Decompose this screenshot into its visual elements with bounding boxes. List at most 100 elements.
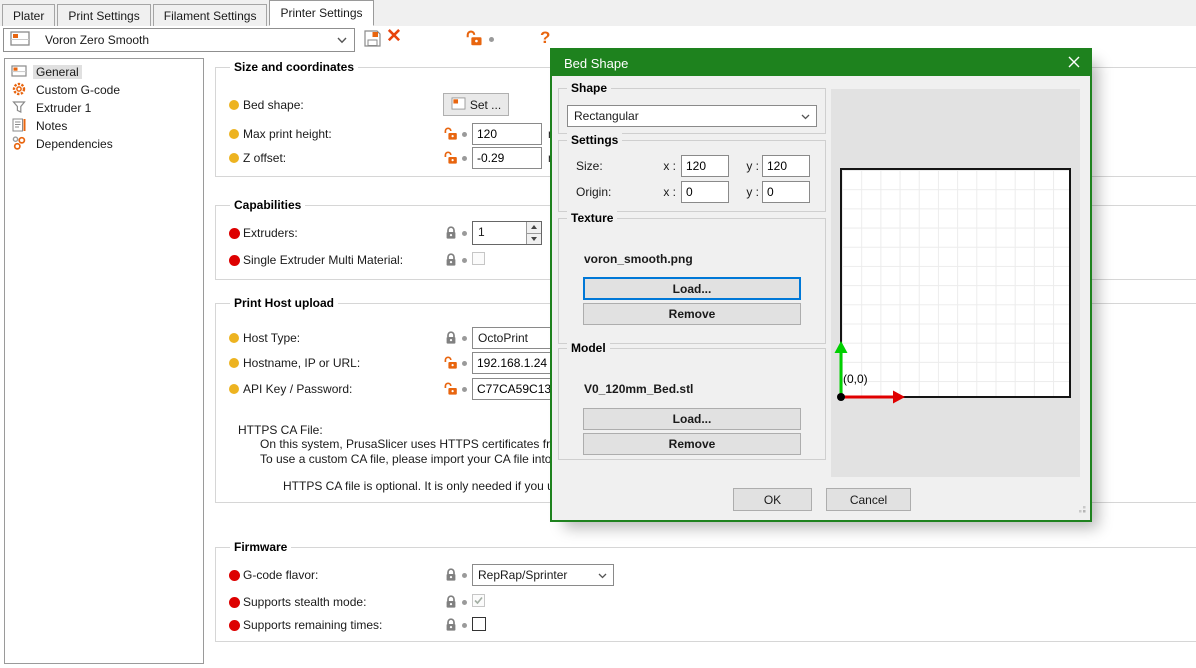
model-remove-label: Remove (669, 437, 716, 451)
model-remove-button[interactable]: Remove (583, 433, 801, 455)
size-y-input[interactable] (762, 155, 810, 177)
extruders-value: 1 (473, 222, 526, 244)
printer-icon (11, 63, 27, 82)
resize-grip[interactable] (1075, 502, 1087, 517)
shape-group: Shape Rectangular (558, 88, 826, 134)
locked-icon[interactable] (444, 331, 458, 348)
printer-preset-combobox[interactable]: Voron Zero Smooth (3, 28, 355, 52)
unlocked-icon[interactable] (444, 356, 458, 373)
texture-group: Texture voron_smooth.png Load... Remove (558, 218, 826, 344)
dialog-titlebar[interactable]: Bed Shape (552, 50, 1090, 76)
settings-group-title: Settings (567, 133, 622, 147)
bed-shape-label: Bed shape: (243, 98, 304, 112)
option-flag-dot (229, 597, 240, 608)
host-type-value: OctoPrint (478, 331, 528, 345)
modified-dot (462, 336, 467, 341)
option-flag-dot (229, 384, 239, 394)
texture-group-title: Texture (567, 211, 617, 225)
semm-label: Single Extruder Multi Material: (243, 253, 403, 267)
ok-button-label: OK (764, 493, 781, 507)
shape-select[interactable]: Rectangular (567, 105, 817, 127)
origin-x-input[interactable] (681, 181, 729, 203)
tab-print-settings[interactable]: Print Settings (57, 4, 150, 26)
texture-filename: voron_smooth.png (584, 252, 693, 266)
max-print-height-input[interactable] (472, 123, 542, 145)
locked-icon[interactable] (444, 595, 458, 612)
sidebar-item-general[interactable]: General (5, 63, 203, 81)
unlocked-icon[interactable] (466, 30, 483, 50)
save-preset-icon[interactable] (363, 29, 382, 51)
stepper-down-icon[interactable] (527, 234, 541, 245)
locked-icon[interactable] (444, 226, 458, 243)
size-x-input[interactable] (681, 155, 729, 177)
model-group-title: Model (567, 341, 610, 355)
unlocked-icon[interactable] (444, 382, 458, 399)
shape-group-title: Shape (567, 81, 611, 95)
modified-dot (462, 600, 467, 605)
option-flag-dot (229, 228, 240, 239)
max-print-height-label: Max print height: (243, 127, 332, 141)
row-supports-remaining-times: Supports remaining times: (0, 613, 760, 637)
texture-load-label: Load... (673, 282, 712, 296)
option-flag-dot (229, 358, 239, 368)
modified-dot (462, 623, 467, 628)
stepper-up-icon[interactable] (527, 222, 541, 234)
origin-x-label: x : (654, 185, 676, 199)
gcode-flavor-value: RepRap/Sprinter (478, 568, 567, 582)
size-x-label: x : (654, 159, 676, 173)
z-offset-input[interactable] (472, 147, 542, 169)
axes-icon (831, 89, 1080, 477)
bed-shape-set-button[interactable]: Set ... (443, 93, 509, 116)
ca-file-heading: HTTPS CA File: (238, 423, 323, 437)
origin-y-input[interactable] (762, 181, 810, 203)
texture-load-button[interactable]: Load... (583, 277, 801, 300)
unlocked-icon[interactable] (444, 151, 458, 168)
origin-label: Origin: (576, 185, 611, 199)
tab-plater[interactable]: Plater (2, 4, 55, 26)
row-gcode-flavor: G-code flavor: RepRap/Sprinter (0, 563, 760, 587)
printer-icon (9, 30, 31, 51)
modified-dot (462, 258, 467, 263)
option-flag-dot (229, 333, 239, 343)
option-flag-dot (229, 620, 240, 631)
stealth-mode-label: Supports stealth mode: (243, 595, 366, 609)
texture-remove-label: Remove (669, 307, 716, 321)
size-y-label: y : (737, 159, 759, 173)
help-icon[interactable]: ? (540, 29, 550, 47)
modified-dot (462, 361, 467, 366)
chevron-down-icon (801, 109, 810, 123)
stealth-mode-checkbox (472, 594, 485, 607)
api-key-label: API Key / Password: (243, 382, 352, 396)
locked-icon[interactable] (444, 253, 458, 270)
remaining-times-label: Supports remaining times: (243, 618, 382, 632)
cancel-button[interactable]: Cancel (826, 488, 911, 511)
extruders-label: Extruders: (243, 226, 298, 240)
stepper-buttons[interactable] (526, 222, 541, 244)
model-load-button[interactable]: Load... (583, 408, 801, 430)
locked-icon[interactable] (444, 618, 458, 635)
dialog-title: Bed Shape (564, 56, 628, 71)
tab-printer-settings[interactable]: Printer Settings (269, 0, 373, 26)
extruders-stepper[interactable]: 1 (472, 221, 542, 245)
unlocked-icon[interactable] (444, 127, 458, 144)
tab-filament-settings[interactable]: Filament Settings (153, 4, 268, 26)
modified-dot (462, 156, 467, 161)
close-icon[interactable] (1068, 56, 1080, 71)
group-title-print-host: Print Host upload (230, 296, 338, 310)
set-button-label: Set ... (470, 98, 501, 112)
gcode-flavor-select[interactable]: RepRap/Sprinter (472, 564, 614, 586)
preset-name: Voron Zero Smooth (45, 33, 337, 47)
remaining-times-checkbox[interactable] (472, 617, 486, 631)
modified-dot (489, 37, 494, 42)
option-flag-dot (229, 570, 240, 581)
locked-icon[interactable] (444, 568, 458, 585)
delete-preset-icon[interactable]: ✕ (386, 28, 402, 46)
ok-button[interactable]: OK (733, 488, 812, 511)
modified-dot (462, 573, 467, 578)
group-title-capabilities: Capabilities (230, 198, 305, 212)
chevron-down-icon (598, 568, 607, 582)
sidebar-item-label: General (33, 65, 82, 79)
texture-remove-button[interactable]: Remove (583, 303, 801, 325)
group-title-firmware: Firmware (230, 540, 291, 554)
gcode-flavor-label: G-code flavor: (243, 568, 318, 582)
